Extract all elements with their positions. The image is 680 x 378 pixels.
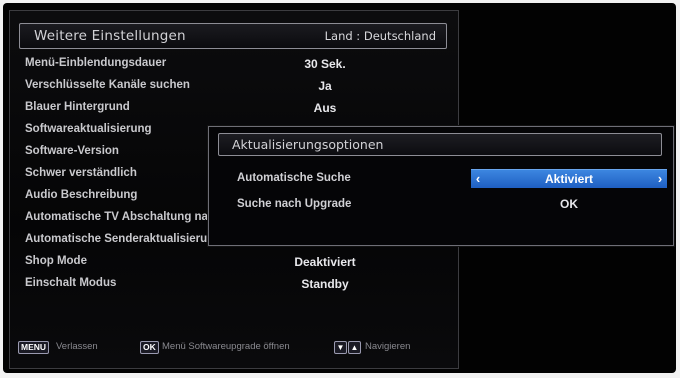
option-value: Aktiviert: [544, 172, 594, 186]
menu-key: MENU: [18, 341, 50, 354]
footer-hints: MENU Verlassen OK Menü Softwareupgrade ö…: [18, 340, 448, 356]
option-auto-search[interactable]: Automatische Suche ‹ Aktiviert ›: [209, 169, 673, 189]
menu-item-label: Schwer verständlich: [25, 167, 137, 179]
menu-item-value: Aus: [313, 101, 337, 115]
ok-label: OK: [560, 197, 578, 211]
menu-item-label: Blauer Hintergrund: [25, 101, 130, 113]
menu-item-label: Verschlüsselte Kanäle suchen: [25, 79, 190, 91]
menu-item-label: Shop Mode: [25, 255, 87, 267]
ok-button[interactable]: OK: [471, 195, 667, 213]
menu-item-shop-mode[interactable]: Shop Mode Deaktiviert: [10, 253, 458, 273]
menu-item-label: Softwareaktualisierung: [25, 123, 152, 135]
arrow-up-icon: ▲: [348, 341, 361, 354]
menu-item-value: Ja: [318, 79, 332, 93]
menu-item-value: 30 Sek.: [304, 57, 346, 71]
menu-item-label: Software-Version: [25, 145, 119, 157]
tv-screen: Weitere Einstellungen Land : Deutschland…: [3, 3, 676, 373]
option-search-upgrade[interactable]: Suche nach Upgrade OK: [209, 195, 673, 215]
update-options-dialog: Aktualisierungsoptionen Automatische Suc…: [208, 126, 674, 246]
option-label: Suche nach Upgrade: [237, 198, 352, 210]
panel-header: Weitere Einstellungen Land : Deutschland: [19, 23, 447, 49]
menu-item-value: Standby: [301, 277, 349, 291]
ok-hint: Menü Softwareupgrade öffnen: [162, 341, 290, 352]
ok-key: OK: [140, 341, 159, 354]
nav-hint: Navigieren: [365, 341, 411, 352]
menu-item-label: Audio Beschreibung: [25, 189, 138, 201]
panel-title: Weitere Einstellungen: [34, 28, 186, 44]
option-value-selector[interactable]: ‹ Aktiviert ›: [471, 169, 667, 188]
dialog-header: Aktualisierungsoptionen: [218, 133, 662, 156]
menu-item-power-on-mode[interactable]: Einschalt Modus Standby: [10, 275, 458, 295]
dialog-title: Aktualisierungsoptionen: [232, 137, 384, 152]
menu-item-label: Automatische Senderaktualisierun: [25, 233, 215, 245]
menu-item-scan-encrypted[interactable]: Verschlüsselte Kanäle suchen Ja: [10, 77, 458, 97]
chevron-right-icon[interactable]: ›: [653, 170, 667, 188]
menu-item-label: Einschalt Modus: [25, 277, 117, 289]
menu-item-label: Automatische TV Abschaltung nac: [25, 211, 215, 223]
menu-item-blue-background[interactable]: Blauer Hintergrund Aus: [10, 99, 458, 119]
menu-item-menu-timeout[interactable]: Menü-Einblendungsdauer 30 Sek.: [10, 55, 458, 75]
option-label: Automatische Suche: [237, 172, 351, 184]
menu-item-label: Menü-Einblendungsdauer: [25, 57, 167, 69]
country-label: Land : Deutschland: [324, 29, 436, 43]
menu-item-value: Deaktiviert: [294, 255, 356, 269]
menu-hint: Verlassen: [56, 341, 98, 352]
arrow-down-icon: ▼: [334, 341, 347, 354]
chevron-left-icon[interactable]: ‹: [471, 170, 485, 188]
